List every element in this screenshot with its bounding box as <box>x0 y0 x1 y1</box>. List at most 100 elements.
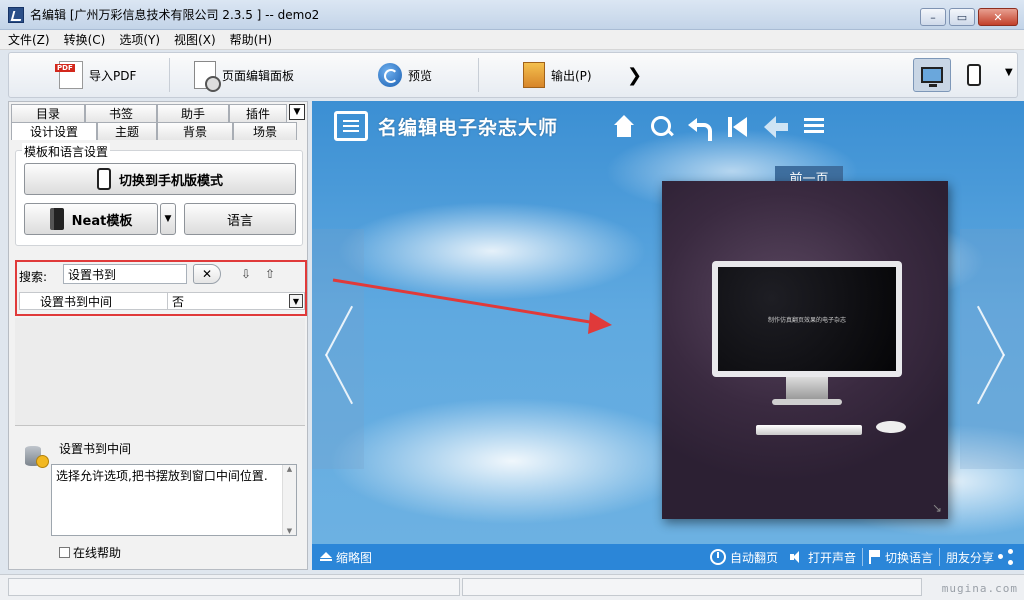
menu-file[interactable]: 文件(Z) <box>8 31 50 48</box>
preview-toolbar <box>612 115 826 141</box>
description-text: 选择允许选项,把书摆放到窗口中间位置. <box>56 469 268 483</box>
status-field <box>8 578 460 596</box>
mobile-view-button[interactable] <box>955 58 993 92</box>
tab-scene[interactable]: 场景 <box>233 122 297 140</box>
clear-search-button[interactable]: ✕ <box>193 264 221 284</box>
page-corner-icon[interactable]: ↘ <box>932 501 942 515</box>
home-icon[interactable] <box>612 115 636 139</box>
preview-bottom-bar: 缩略图 自动翻页 打开声音 切换语言 朋友分享 <box>312 544 1024 570</box>
template-dropdown-button[interactable]: ▼ <box>160 203 176 235</box>
switch-mobile-mode-button[interactable]: 切换到手机版模式 <box>24 163 296 195</box>
online-help-checkbox[interactable] <box>59 547 70 558</box>
pdf-icon <box>55 61 83 89</box>
speaker-icon <box>789 551 804 563</box>
menu-options[interactable]: 选项(Y) <box>119 31 160 48</box>
menu-icon[interactable] <box>802 115 826 139</box>
property-name: 设置书到中间 <box>20 293 168 309</box>
property-value-text: 否 <box>172 294 185 309</box>
online-help-row[interactable]: 在线帮助 <box>59 544 121 561</box>
tab-assistant[interactable]: 助手 <box>157 104 229 122</box>
book-page[interactable]: 制作仿真翻页效果的电子杂志 ↘ <box>662 181 948 519</box>
previous-page-icon[interactable] <box>764 115 788 139</box>
import-pdf-label: 导入PDF <box>89 68 137 83</box>
logo-text: 名编辑电子杂志大师 <box>378 116 559 139</box>
share-label: 朋友分享 <box>945 550 994 565</box>
zoom-in-icon[interactable] <box>650 115 674 139</box>
search-label: 搜索: <box>19 270 48 284</box>
output-icon <box>523 62 545 88</box>
toolbar-separator <box>169 58 170 92</box>
tab-theme[interactable]: 主题 <box>97 122 157 140</box>
description-title: 设置书到中间 <box>59 442 132 456</box>
thumbnails-label: 缩略图 <box>336 550 373 565</box>
maximize-button[interactable]: ▭ <box>949 8 975 26</box>
auto-flip-button[interactable]: 自动翻页 <box>704 544 784 570</box>
first-page-icon[interactable] <box>726 115 750 139</box>
tab-plugins[interactable]: 插件 <box>229 104 287 122</box>
template-language-group: 模板和语言设置 切换到手机版模式 Neat模板 ▼ 语言 <box>15 143 303 246</box>
group-label: 模板和语言设置 <box>22 143 111 160</box>
sound-button[interactable]: 打开声音 <box>784 544 862 570</box>
database-check-icon <box>23 442 49 468</box>
title-bar: 名编辑 [广州万彩信息技术有限公司 2.3.5 ] -- demo2 – ▭ ✕ <box>0 0 1024 30</box>
tab-background[interactable]: 背景 <box>157 122 233 140</box>
back-icon[interactable] <box>688 115 712 141</box>
import-pdf-button[interactable]: 导入PDF <box>49 55 169 95</box>
chevron-right-icon <box>974 309 1008 389</box>
tab-bookmarks[interactable]: 书签 <box>85 104 157 122</box>
view-dropdown-icon[interactable]: ▼ <box>1005 67 1013 78</box>
property-list-area <box>15 318 305 426</box>
toolbar: 导入PDF 页面编辑面板 预览 输出(P) ❯ ▼ <box>8 52 1018 98</box>
book-icon <box>49 208 64 230</box>
screen-caption: 制作仿真翻页效果的电子杂志 <box>718 267 896 371</box>
watermark: mugina.com <box>941 582 1018 595</box>
menu-help[interactable]: 帮助(H) <box>230 31 272 48</box>
page-edit-icon <box>194 61 221 92</box>
menu-convert[interactable]: 转换(C) <box>64 31 106 48</box>
keyboard-illustration <box>756 425 862 435</box>
mouse-illustration <box>876 421 906 433</box>
sort-up-icon[interactable]: ⇧ <box>261 265 279 283</box>
preview-button[interactable]: 预览 <box>368 55 478 95</box>
timer-icon <box>709 549 726 565</box>
template-button[interactable]: Neat模板 <box>24 203 158 235</box>
chevron-right-icon[interactable]: ❯ <box>627 65 642 86</box>
share-icon <box>998 549 1014 565</box>
refresh-icon <box>378 63 402 87</box>
flip-right-button[interactable] <box>960 229 1024 469</box>
app-icon <box>8 6 24 23</box>
close-button[interactable]: ✕ <box>978 8 1018 26</box>
settings-panel: 目录 书签 助手 插件 ▼ 设计设置 主题 背景 场景 模板和语言设置 切换到手… <box>8 101 308 570</box>
property-value[interactable]: 否 ▼ <box>168 293 304 309</box>
tab-row-top: 目录 书签 助手 插件 ▼ <box>11 104 305 122</box>
flip-left-button[interactable] <box>312 229 364 469</box>
description-box: 选择允许选项,把书摆放到窗口中间位置. ▲ ▼ <box>51 464 297 536</box>
thumbnails-button[interactable]: 缩略图 <box>314 544 378 570</box>
tab-contents[interactable]: 目录 <box>11 104 85 122</box>
page-editor-button[interactable]: 页面编辑面板 <box>184 55 344 95</box>
sort-down-icon[interactable]: ⇩ <box>237 265 255 283</box>
monitor-icon <box>921 67 943 87</box>
search-input[interactable] <box>63 264 187 284</box>
book-preview: 名编辑电子杂志大师 前一页 制作仿真翻页效果的电子杂志 ↘ 缩略图 自动翻页 打… <box>312 101 1024 570</box>
description-scrollbar[interactable]: ▲ ▼ <box>282 465 296 535</box>
switch-language-button[interactable]: 切换语言 <box>863 544 939 570</box>
menu-bar: 文件(Z) 转换(C) 选项(Y) 视图(X) 帮助(H) <box>0 30 1024 50</box>
share-button[interactable]: 朋友分享 <box>940 544 1020 570</box>
preview-label: 预览 <box>408 68 433 83</box>
toolbar-separator <box>478 58 479 92</box>
desktop-view-button[interactable] <box>913 58 951 92</box>
tabs-more-dropdown-icon[interactable]: ▼ <box>289 104 305 120</box>
tab-design-settings[interactable]: 设计设置 <box>11 122 97 140</box>
auto-flip-label: 自动翻页 <box>729 550 778 565</box>
menu-view[interactable]: 视图(X) <box>174 31 216 48</box>
switch-language-label: 切换语言 <box>884 550 933 565</box>
language-button[interactable]: 语言 <box>184 203 296 235</box>
property-row[interactable]: 设置书到中间 否 ▼ <box>19 292 305 310</box>
status-field <box>462 578 922 596</box>
output-button[interactable]: 输出(P) <box>513 55 623 95</box>
minimize-button[interactable]: – <box>920 8 946 26</box>
window-title: 名编辑 [广州万彩信息技术有限公司 2.3.5 ] -- demo2 <box>30 8 320 22</box>
property-dropdown-icon[interactable]: ▼ <box>289 294 303 308</box>
online-help-label: 在线帮助 <box>73 546 122 560</box>
